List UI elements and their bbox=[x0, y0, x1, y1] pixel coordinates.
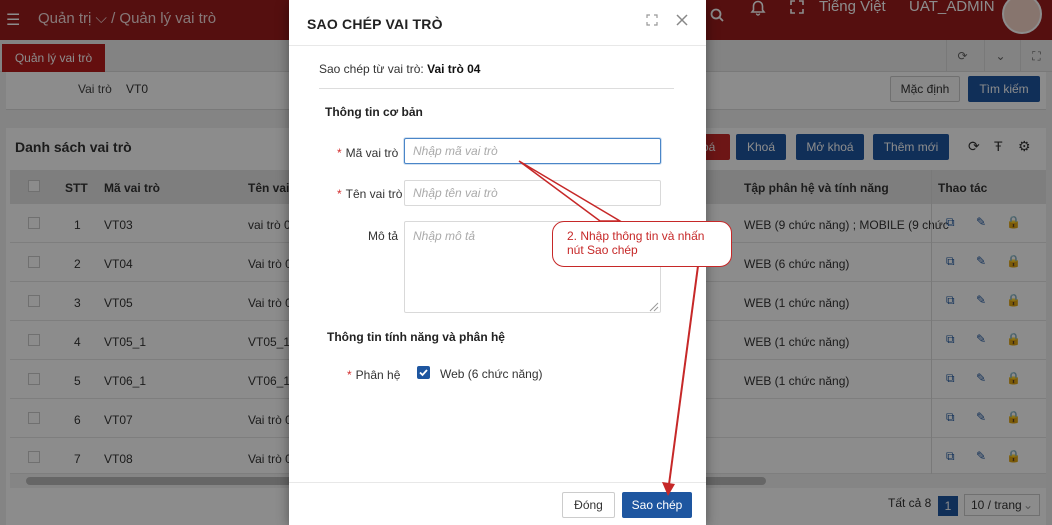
divider bbox=[319, 88, 674, 89]
resize-grip-icon[interactable] bbox=[647, 300, 659, 312]
role-name-input[interactable] bbox=[404, 180, 661, 206]
close-button[interactable]: Đóng bbox=[562, 492, 615, 518]
copy-button[interactable]: Sao chép bbox=[622, 492, 692, 518]
web-module-option[interactable]: Web (6 chức năng) bbox=[440, 367, 543, 381]
instruction-callout: 2. Nhập thông tin và nhấn nút Sao chép bbox=[552, 221, 732, 267]
maximize-icon[interactable] bbox=[643, 13, 661, 31]
module-label: * Phân hệ bbox=[347, 368, 401, 382]
close-icon[interactable] bbox=[673, 13, 691, 31]
description-label: Mô tả bbox=[368, 229, 399, 243]
role-name-label: * Tên vai trò bbox=[337, 187, 403, 201]
role-code-label: * Mã vai trò bbox=[337, 146, 399, 160]
check-icon bbox=[419, 369, 428, 377]
section-features: Thông tin tính năng và phân hệ bbox=[327, 330, 505, 344]
section-basic-info: Thông tin cơ bản bbox=[325, 105, 423, 119]
copy-from-info: Sao chép từ vai trò: Vai trò 04 bbox=[319, 62, 481, 76]
modal-title: SAO CHÉP VAI TRÒ bbox=[307, 16, 443, 32]
role-code-input[interactable] bbox=[404, 138, 661, 164]
copy-from-role: Vai trò 04 bbox=[427, 62, 481, 76]
web-module-checkbox[interactable] bbox=[417, 366, 430, 379]
modal-header: SAO CHÉP VAI TRÒ bbox=[289, 0, 706, 46]
